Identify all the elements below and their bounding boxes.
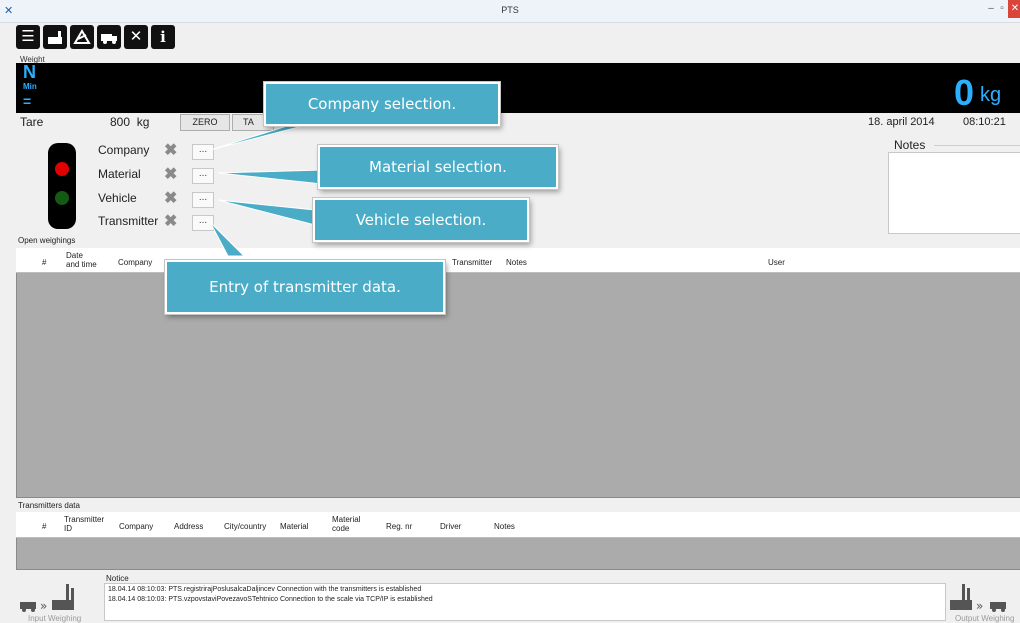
vehicle-selection-callout: Vehicle selection. bbox=[313, 198, 529, 242]
company-callout-pointer bbox=[209, 121, 319, 151]
callout-pointers bbox=[209, 121, 323, 257]
material-selection-callout: Material selection. bbox=[318, 145, 558, 189]
company-selection-callout: Company selection. bbox=[264, 82, 500, 126]
transmitter-callout-pointer bbox=[209, 221, 246, 257]
material-callout-pointer bbox=[217, 169, 323, 185]
transmitter-entry-callout: Entry of transmitter data. bbox=[165, 260, 445, 314]
vehicle-callout-pointer bbox=[217, 199, 316, 226]
